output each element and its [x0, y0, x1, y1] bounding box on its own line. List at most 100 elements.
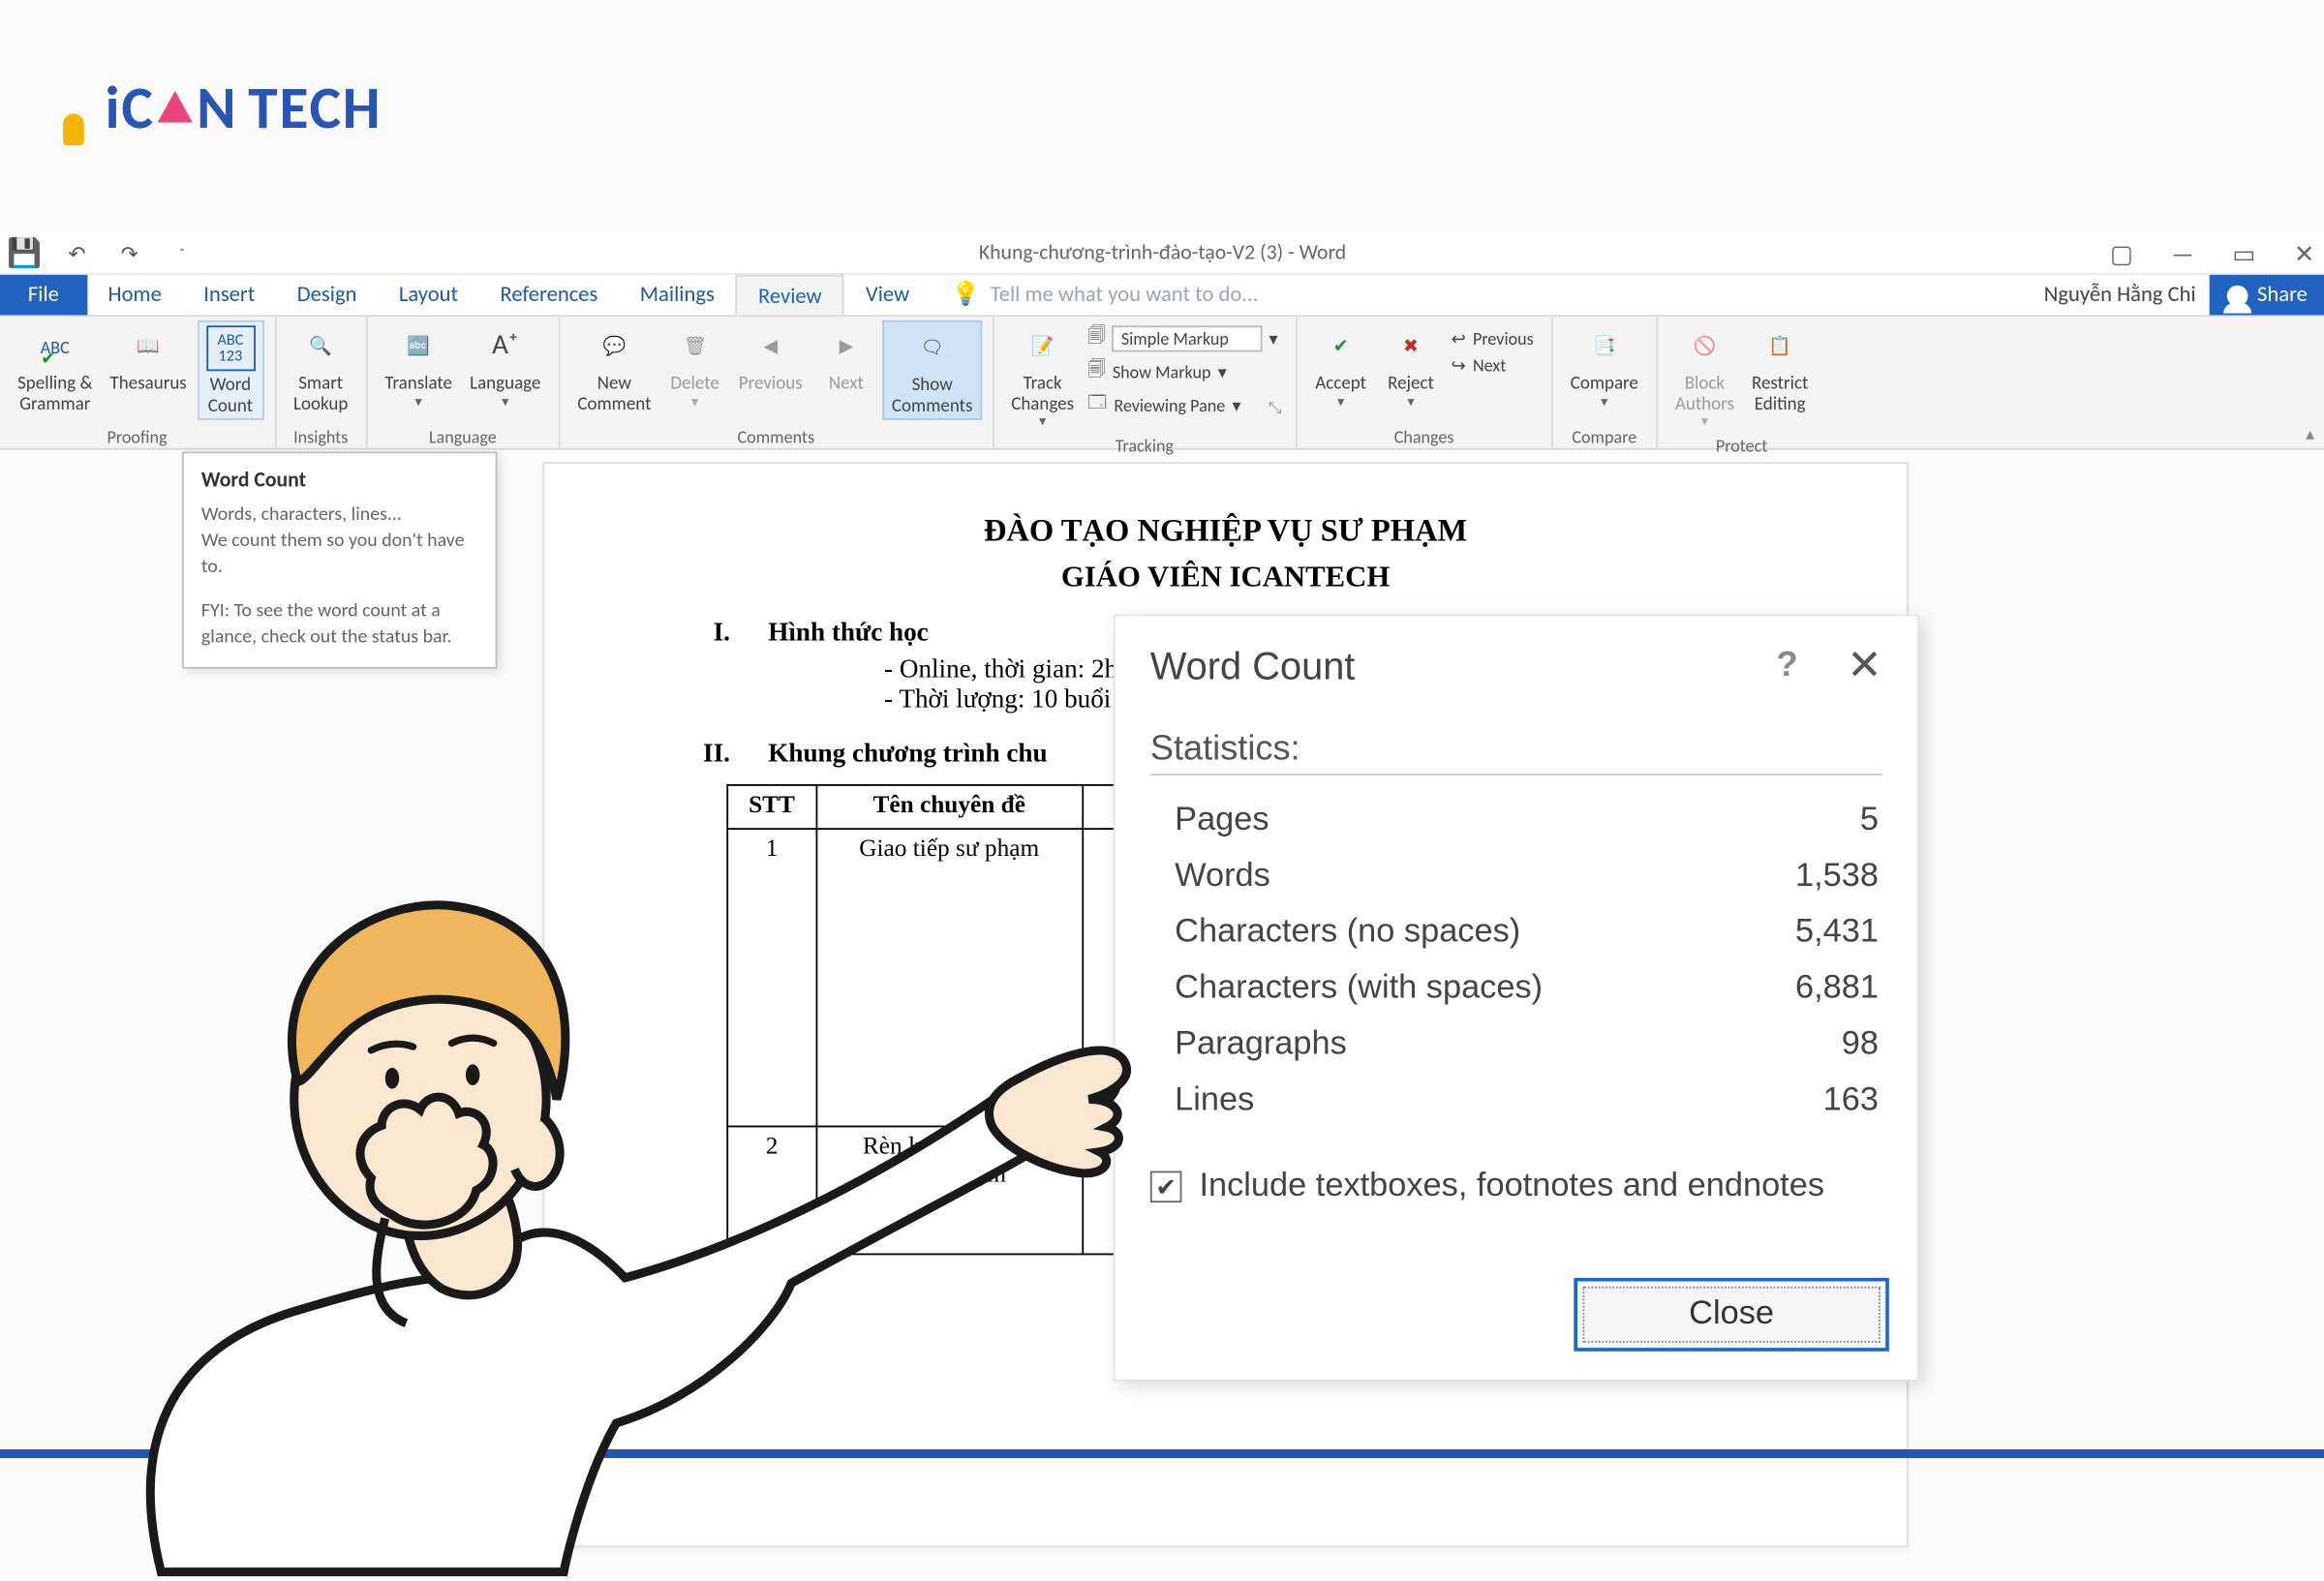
delete-comment-button[interactable]: 🗑 Delete ▾ [661, 320, 728, 413]
accept-button[interactable]: ✔ Accept ▾ [1307, 320, 1374, 413]
reject-icon: ✖ [1387, 323, 1436, 369]
translate-button[interactable]: 🔤 Translate ▾ [378, 320, 459, 413]
stat-row: Pages5 [1150, 793, 1882, 849]
share-button[interactable]: Share [2210, 275, 2324, 316]
word-count-tooltip: Word Count Words, characters, lines... W… [182, 451, 497, 669]
lightbulb-icon: 💡 [952, 282, 980, 308]
language-button[interactable]: A⁺ Language ▾ [463, 320, 548, 413]
tab-review[interactable]: Review [736, 275, 845, 316]
translate-icon: 🔤 [394, 323, 443, 369]
reject-button[interactable]: ✖ Reject ▾ [1378, 320, 1445, 413]
dialog-subtitle: Statistics: [1150, 730, 1882, 775]
chevron-down-icon: ▾ [1701, 415, 1708, 431]
brand-logo: iC N TECH [56, 74, 382, 145]
previous-change-button[interactable]: ↩ Previous [1452, 327, 1534, 350]
document-title: Khung-chương-trình-đào-tạo-V2 (3) - Word [979, 241, 1346, 265]
markup-mode-icon: 🗐 [1088, 323, 1106, 353]
chevron-down-icon: ▾ [1269, 327, 1277, 350]
word-count-button[interactable]: ABC123 Word Count [198, 320, 264, 420]
ribbon-options-icon[interactable]: ▢ [2110, 239, 2133, 269]
track-changes-button[interactable]: 📝 Track Changes ▾ [1004, 320, 1081, 434]
doc-heading-1: ĐÀO TẠO NGHIỆP VỤ SƯ PHẠM [604, 513, 1848, 550]
chevron-down-icon: ▾ [1407, 395, 1414, 410]
chevron-down-icon: ▾ [1218, 360, 1227, 383]
show-comments-button[interactable]: 🗨 Show Comments [883, 320, 982, 420]
stat-row: Paragraphs98 [1150, 1017, 1882, 1073]
title-bar: 💾 ↶ ↷ ⁼ Khung-chương-trình-đào-tạo-V2 (3… [0, 232, 2324, 274]
tab-view[interactable]: View [844, 275, 931, 316]
undo-icon[interactable]: ↶ [63, 240, 91, 268]
next-change-button[interactable]: ↪ Next [1452, 353, 1534, 377]
group-protect: 🚫 Block Authors ▾ 📋 Restrict Editing Pro… [1658, 317, 1826, 449]
minimize-icon[interactable]: — [2172, 239, 2194, 269]
tell-me-search[interactable]: 💡 Tell me what you want to do... [931, 275, 2030, 316]
smart-lookup-icon: 🔍 [296, 323, 346, 369]
thesaurus-button[interactable]: 📖 Thesaurus [103, 320, 194, 397]
redo-icon[interactable]: ↷ [115, 240, 143, 268]
maximize-icon[interactable]: ▭ [2232, 239, 2255, 269]
tab-references[interactable]: References [479, 275, 619, 316]
chevron-down-icon: ▾ [1601, 395, 1607, 410]
tab-home[interactable]: Home [87, 275, 183, 316]
dialog-close-button[interactable]: Close [1574, 1278, 1888, 1352]
track-changes-icon: 📝 [1018, 323, 1067, 369]
compare-icon: 📑 [1579, 323, 1629, 369]
restrict-icon: 📋 [1756, 323, 1805, 369]
brand-text: iC N TECH [105, 74, 382, 145]
tab-design[interactable]: Design [276, 275, 378, 316]
spelling-grammar-button[interactable]: ABC✔ Spelling & Grammar [11, 320, 100, 417]
chevron-down-icon: ▾ [1039, 415, 1046, 431]
abc-check-icon: ABC✔ [30, 323, 79, 369]
include-textboxes-checkbox[interactable]: ✔ Include textboxes, footnotes and endno… [1150, 1168, 1882, 1206]
close-window-icon[interactable]: ✕ [2294, 239, 2314, 269]
show-comments-icon: 🗨 [907, 325, 957, 371]
tab-insert[interactable]: Insert [183, 275, 277, 316]
tracking-options: 🗐 Simple Markup ▾ 🗐 Show Markup ▾ 🗔 Revi… [1085, 320, 1285, 420]
chevron-down-icon: ▾ [415, 395, 422, 410]
changes-nav: ↩ Previous ↪ Next [1448, 320, 1541, 377]
block-authors-icon: 🚫 [1680, 323, 1729, 369]
person-icon [2227, 285, 2248, 306]
group-language: 🔤 Translate ▾ A⁺ Language ▾ Language [367, 317, 560, 449]
tab-file[interactable]: File [0, 275, 87, 316]
stat-row: Words1,538 [1150, 849, 1882, 905]
collapse-ribbon-icon[interactable]: ▴ [2306, 422, 2314, 445]
account-user[interactable]: Nguyễn Hằng Chi [2030, 275, 2210, 316]
dialog-close-icon[interactable]: ✕ [1847, 641, 1881, 691]
reviewing-pane-dropdown[interactable]: 🗔 Reviewing Pane ▾ [1088, 390, 1278, 420]
restrict-editing-button[interactable]: 📋 Restrict Editing [1745, 320, 1816, 417]
dialog-launcher-icon[interactable]: ⤡ [1269, 399, 1281, 418]
new-comment-button[interactable]: 💬 New Comment [570, 320, 658, 417]
dialog-help-button[interactable]: ? [1777, 646, 1798, 686]
group-insights: 🔍 Smart Lookup Insights [276, 317, 367, 449]
show-markup-dropdown[interactable]: 🗐 Show Markup ▾ [1088, 357, 1278, 387]
qat-customize-icon[interactable]: ⁼ [168, 240, 197, 268]
tab-mailings[interactable]: Mailings [619, 275, 735, 316]
previous-comment-icon: ◀ [746, 323, 795, 369]
quick-access-toolbar: 💾 ↶ ↷ ⁼ [11, 232, 197, 274]
word-count-dialog: Word Count ? ✕ Statistics: Pages5 Words1… [1114, 615, 1919, 1382]
chevron-down-icon: ▾ [502, 395, 508, 410]
save-icon[interactable]: 💾 [11, 240, 39, 268]
reviewing-pane-icon: 🗔 [1088, 390, 1108, 420]
show-markup-icon: 🗐 [1088, 357, 1106, 387]
person-illustration [108, 871, 1159, 1571]
word-count-icon: ABC123 [206, 325, 256, 371]
markup-mode-dropdown[interactable]: 🗐 Simple Markup ▾ [1088, 323, 1278, 353]
window-controls: ▢ — ▭ ✕ [2110, 232, 2314, 274]
stat-row: Characters (with spaces)6,881 [1150, 961, 1882, 1018]
new-comment-icon: 💬 [590, 323, 639, 369]
chevron-down-icon: ▾ [1232, 394, 1240, 417]
tab-layout[interactable]: Layout [378, 275, 479, 316]
next-comment-button[interactable]: ▶ Next [813, 320, 880, 397]
next-comment-icon: ▶ [822, 323, 872, 369]
previous-comment-button[interactable]: ◀ Previous [732, 320, 810, 397]
accept-icon: ✔ [1316, 323, 1365, 369]
next-change-icon: ↪ [1452, 353, 1466, 377]
smart-lookup-button[interactable]: 🔍 Smart Lookup [287, 320, 355, 417]
ribbon: ABC✔ Spelling & Grammar 📖 Thesaurus ABC1… [0, 317, 2324, 449]
dialog-title: Word Count [1150, 643, 1777, 688]
compare-button[interactable]: 📑 Compare ▾ [1563, 320, 1645, 413]
block-authors-button[interactable]: 🚫 Block Authors ▾ [1668, 320, 1742, 434]
triangle-icon [158, 90, 193, 122]
